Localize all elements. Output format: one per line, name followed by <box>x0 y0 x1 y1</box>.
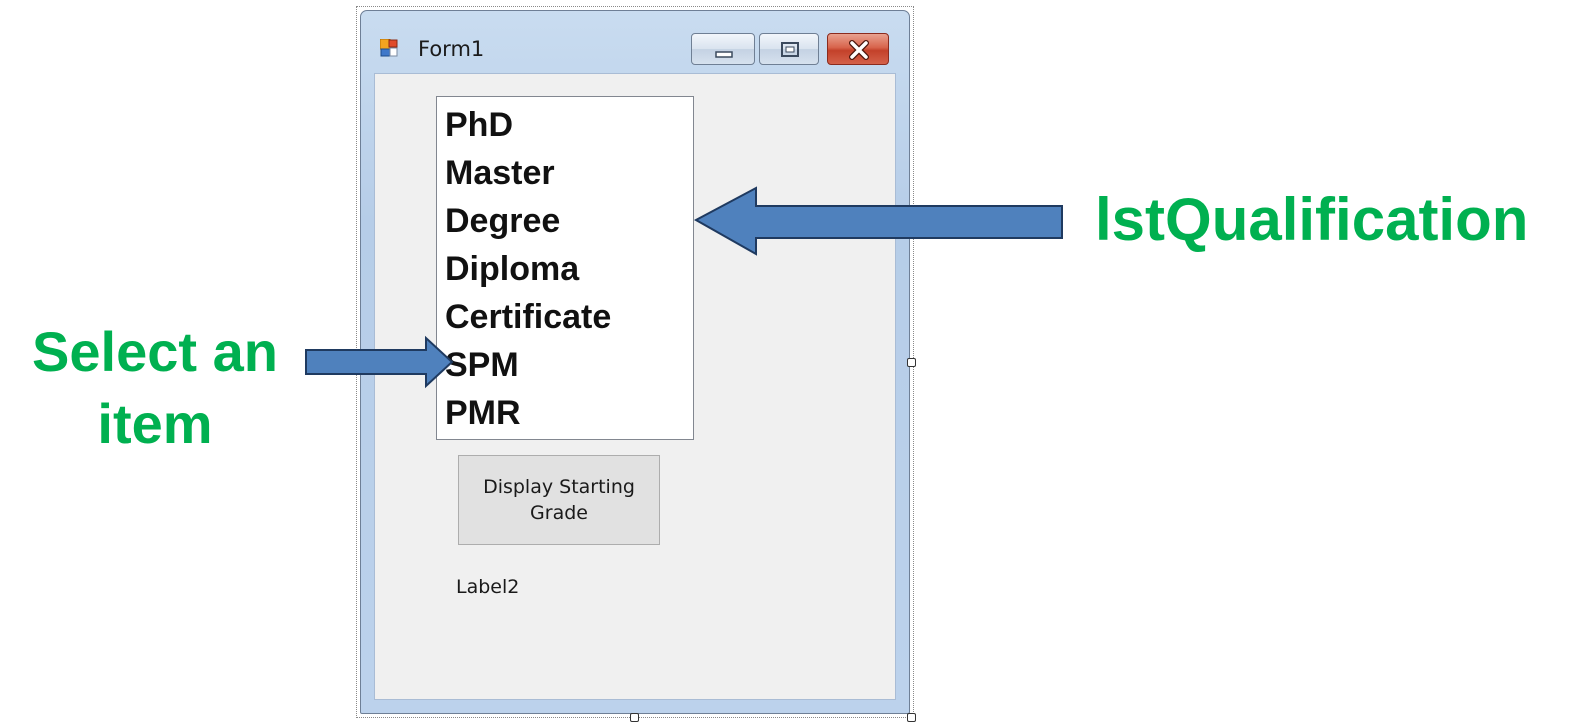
arrow-to-item-icon <box>305 335 454 389</box>
listbox-name-annotation: lstQualification <box>1095 186 1529 253</box>
select-item-annotation: Select an item <box>0 316 310 460</box>
select-annotation-line2: item <box>97 392 213 455</box>
arrow-to-listbox-icon <box>693 186 1063 256</box>
select-annotation-line1: Select an <box>32 320 278 383</box>
